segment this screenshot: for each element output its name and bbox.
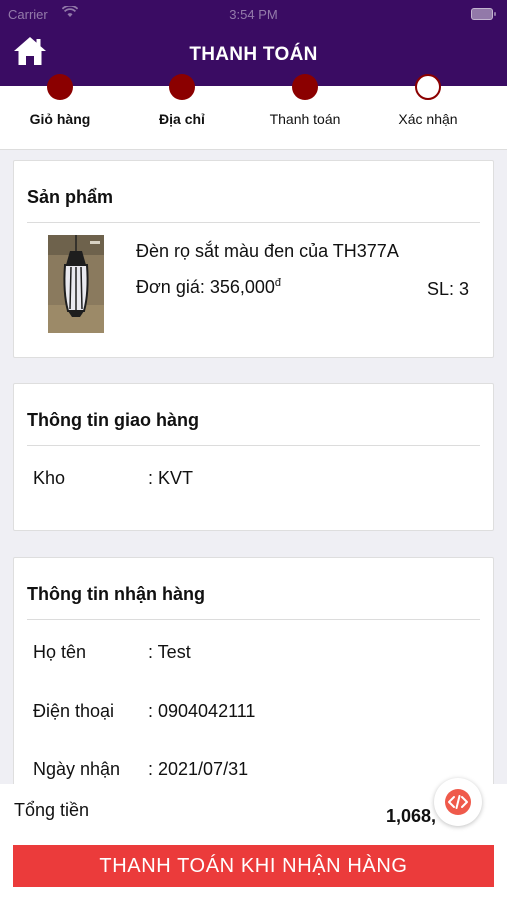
price-text: Đơn giá: 356,000: [136, 277, 275, 297]
divider: [27, 445, 480, 446]
code-icon: [448, 795, 468, 809]
delivery-card: Thông tin giao hàng Kho : KVT: [13, 383, 494, 531]
step-confirm[interactable]: Xác nhận: [368, 74, 488, 149]
step-dot-pending: [415, 74, 441, 100]
step-dot-done: [292, 74, 318, 100]
step-label: Địa chỉ: [159, 111, 205, 127]
checkout-steps: Giỏ hàng Địa chỉ Thanh toán Xác nhận: [0, 74, 507, 150]
divider: [27, 619, 480, 620]
product-quantity: SL: 3: [426, 279, 469, 299]
step-dot-done: [47, 74, 73, 100]
product-price: Đơn giá: 356,000đ: [136, 277, 281, 298]
receiver-phone-label: Điện thoại: [33, 701, 115, 721]
divider: [27, 222, 480, 223]
receive-date-value: : 2021/07/31: [148, 759, 249, 779]
product-card: Sản phẩm Đèn rọ sắt màu đen của TH377A Đ…: [13, 160, 494, 358]
receiver-name-value: : Test: [148, 642, 191, 662]
receiver-card: Thông tin nhận hàng Họ tên : Test Điện t…: [13, 557, 494, 807]
warehouse-value: : KVT: [148, 468, 194, 488]
warehouse-label: Kho: [33, 468, 66, 488]
delivery-card-title: Thông tin giao hàng: [27, 410, 199, 430]
status-bar: Carrier 3:54 PM: [0, 0, 507, 28]
cash-on-delivery-button[interactable]: THANH TOÁN KHI NHẬN HÀNG: [13, 845, 494, 887]
step-address[interactable]: Địa chỉ: [122, 74, 242, 149]
receiver-name-label: Họ tên: [33, 642, 87, 662]
status-time: 3:54 PM: [229, 7, 278, 22]
product-card-title: Sản phẩm: [27, 187, 114, 207]
battery-icon: [471, 8, 496, 20]
debug-fab-button[interactable]: [434, 778, 482, 826]
fab-inner: [445, 789, 471, 815]
checkout-footer: Tổng tiền 1,068, ’ THANH TOÁN KHI NHẬN H…: [0, 778, 507, 900]
currency-symbol: đ: [274, 277, 282, 289]
step-label: Xác nhận: [398, 111, 458, 127]
receiver-card-title: Thông tin nhận hàng: [27, 584, 205, 604]
total-label: Tổng tiền: [14, 800, 90, 820]
app-header: Carrier 3:54 PM THANH TOÁN: [0, 0, 507, 86]
page-title: THANH TOÁN: [189, 44, 318, 65]
step-cart[interactable]: Giỏ hàng: [0, 74, 120, 149]
receiver-phone-value: : 0904042111: [148, 701, 256, 721]
receive-date-label: Ngày nhận: [33, 759, 121, 779]
product-image[interactable]: [48, 235, 104, 333]
step-payment[interactable]: Thanh toán: [245, 74, 365, 149]
step-label: Giỏ hàng: [29, 111, 91, 127]
product-name: Đèn rọ sắt màu đen của TH377A: [136, 241, 399, 261]
step-dot-done: [169, 74, 195, 100]
step-label: Thanh toán: [269, 111, 341, 127]
